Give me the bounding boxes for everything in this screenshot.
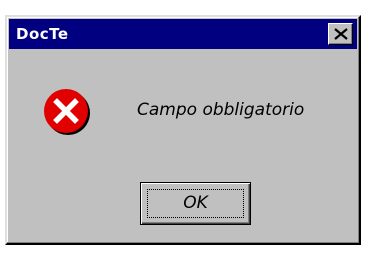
ok-button[interactable]: OK xyxy=(140,182,251,225)
close-x-icon xyxy=(334,28,348,40)
error-dialog: DocTe Campo obbligatorio OK xyxy=(5,15,361,245)
error-message: Campo obbligatorio xyxy=(137,100,305,120)
title-bar[interactable]: DocTe xyxy=(9,19,357,49)
error-icon xyxy=(44,89,90,135)
ok-button-label: OK xyxy=(183,193,208,213)
window-title: DocTe xyxy=(16,25,69,43)
close-button[interactable] xyxy=(328,23,353,45)
